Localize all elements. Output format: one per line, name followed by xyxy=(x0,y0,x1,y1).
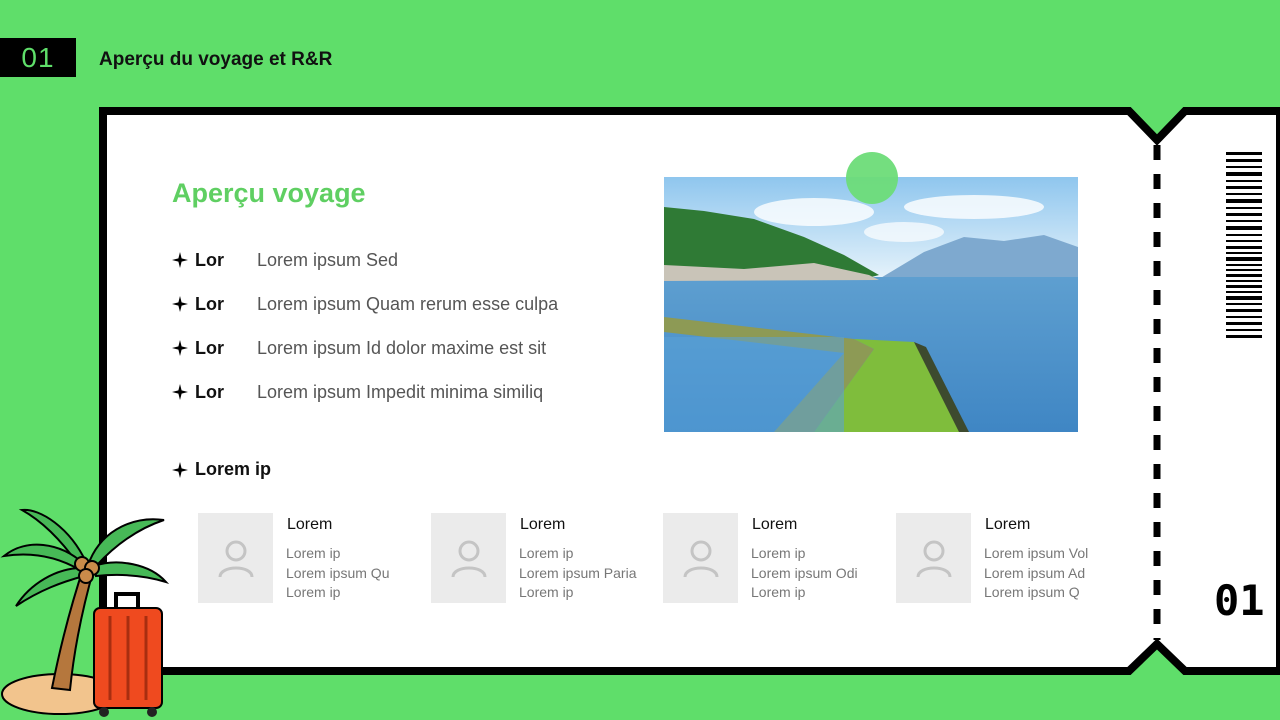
person-card: Lorem Lorem ip Lorem ipsum Paria Lorem i… xyxy=(431,513,661,608)
avatar xyxy=(663,513,738,603)
overview-item-key: Lor xyxy=(195,249,224,270)
person-detail: Lorem ipsum Vol xyxy=(984,545,1089,561)
overview-item-key: Lor xyxy=(195,337,224,358)
star-bullet-icon xyxy=(172,296,188,312)
person-detail: Lorem ipsum Ad xyxy=(984,565,1086,581)
barcode-icon xyxy=(1226,152,1262,338)
person-placeholder-icon xyxy=(683,540,718,578)
avatar xyxy=(431,513,506,603)
avatar xyxy=(198,513,273,603)
person-card: Lorem Lorem ipsum Vol Lorem ipsum Ad Lor… xyxy=(896,513,1126,608)
people-heading: Lorem ip xyxy=(172,459,271,480)
sun-circle-decoration xyxy=(846,152,898,204)
overview-item-key: Lor xyxy=(195,293,224,314)
star-bullet-icon xyxy=(172,252,188,268)
star-bullet-icon xyxy=(172,461,188,478)
person-placeholder-icon xyxy=(451,540,486,578)
star-bullet-icon xyxy=(172,340,188,356)
overview-item-value: Lorem ipsum Impedit minima similiq xyxy=(257,381,544,402)
palm-tree-suitcase-illustration xyxy=(0,508,170,717)
person-placeholder-icon xyxy=(218,540,253,578)
person-detail: Lorem ipsum Odi xyxy=(751,565,858,581)
overview-item-value: Lorem ipsum Sed xyxy=(257,249,399,270)
person-card: Lorem Lorem ip Lorem ipsum Qu Lorem ip xyxy=(198,513,428,608)
person-detail: Lorem ipsum Qu xyxy=(286,565,390,581)
overview-item: Lor Lorem ipsum Quam rerum esse culpa xyxy=(172,291,558,317)
overview-item-value: Lorem ipsum Quam rerum esse culpa xyxy=(257,293,559,314)
person-name: Lorem xyxy=(287,516,333,533)
overview-item: Lor Lorem ipsum Impedit minima similiq xyxy=(172,379,543,405)
person-detail: Lorem ip xyxy=(286,584,341,600)
ticket-number: 01 xyxy=(1214,576,1265,625)
person-detail: Lorem ipsum Q xyxy=(984,584,1080,600)
person-name: Lorem xyxy=(752,516,798,533)
landscape-photo xyxy=(664,177,1078,432)
overview-item: Lor Lorem ipsum Id dolor maxime est sit xyxy=(172,335,546,361)
person-detail: Lorem ip xyxy=(519,584,574,600)
person-placeholder-icon xyxy=(916,540,951,578)
person-name: Lorem xyxy=(520,516,566,533)
avatar xyxy=(896,513,971,603)
overview-item-value: Lorem ipsum Id dolor maxime est sit xyxy=(257,337,547,358)
people-heading-label: Lorem ip xyxy=(195,459,272,479)
overview-item: Lor Lorem ipsum Sed xyxy=(172,247,398,273)
overview-title: Aperçu voyage xyxy=(172,178,366,208)
person-card: Lorem Lorem ip Lorem ipsum Odi Lorem ip xyxy=(663,513,893,608)
person-detail: Lorem ipsum Paria xyxy=(519,565,637,581)
person-detail: Lorem ip xyxy=(751,584,806,600)
overview-item-key: Lor xyxy=(195,381,224,402)
person-name: Lorem xyxy=(985,516,1031,533)
person-detail: Lorem ip xyxy=(286,545,341,561)
star-bullet-icon xyxy=(172,384,188,400)
person-detail: Lorem ip xyxy=(751,545,806,561)
person-detail: Lorem ip xyxy=(519,545,574,561)
suitcase-icon xyxy=(93,592,163,717)
